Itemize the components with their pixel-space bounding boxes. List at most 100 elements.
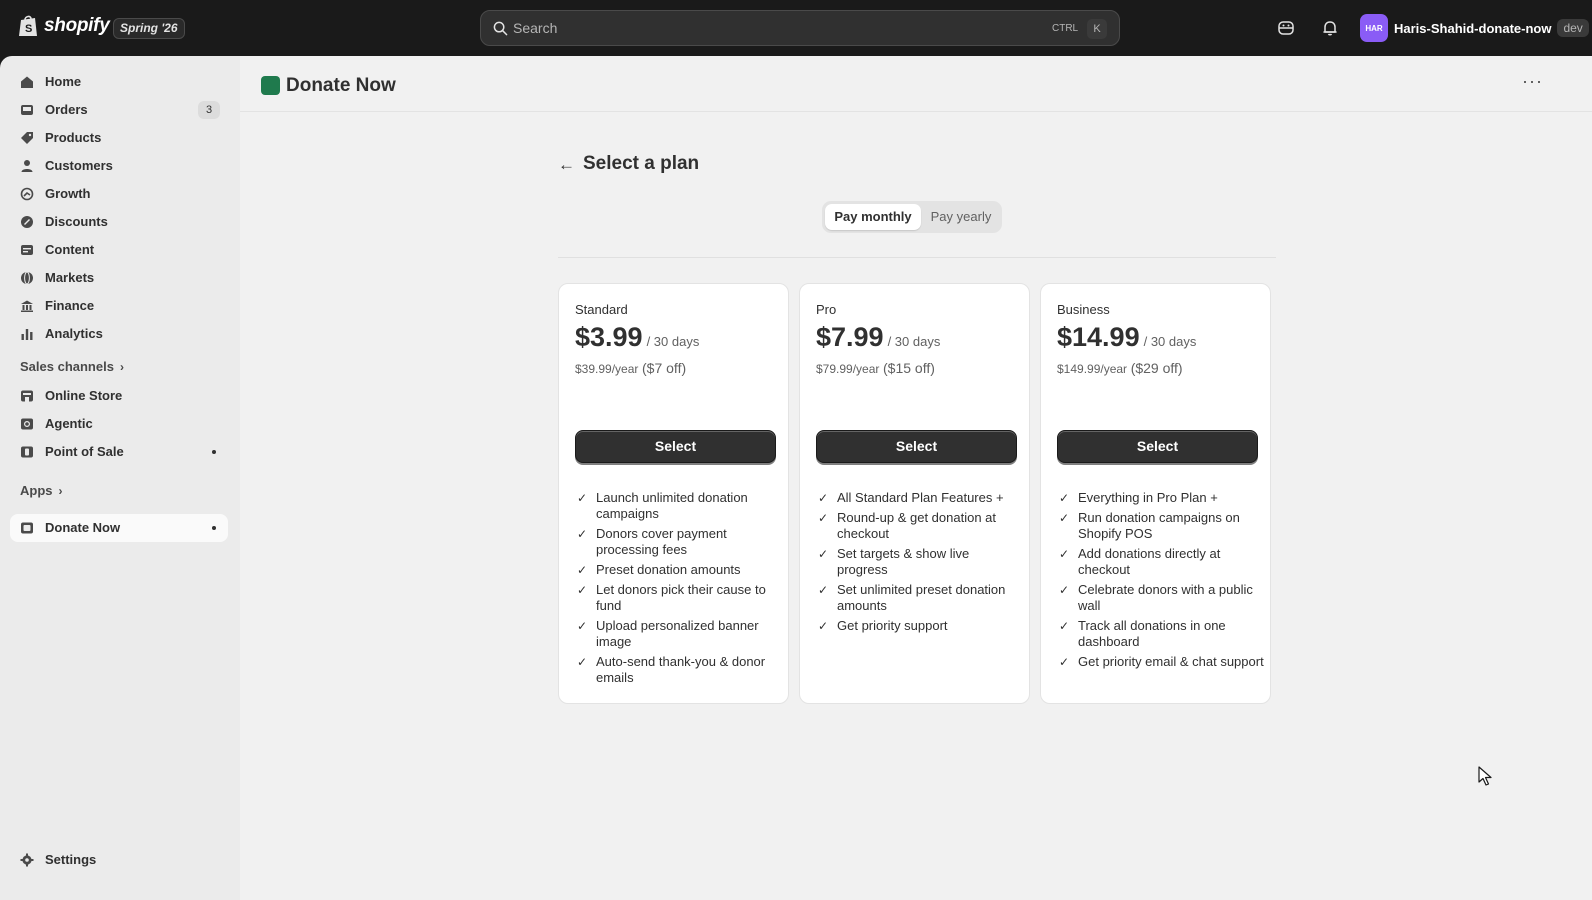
checkmark-icon: ✓: [1059, 547, 1070, 561]
bank-icon: [21, 300, 33, 312]
checkmark-icon: ✓: [818, 619, 829, 633]
feature-item: ✓ Get priority support: [818, 618, 1023, 634]
sidebar-item-label: Customers: [45, 158, 113, 173]
yearly-price: $39.99/year: [575, 362, 639, 376]
feature-text: Set unlimited preset donation amounts: [837, 582, 1006, 613]
yearly-savings: ($15 off): [883, 360, 935, 376]
checkmark-icon: ✓: [1059, 655, 1070, 669]
pos-icon: [21, 446, 33, 458]
plan-card-pro: Pro $7.99 / 30 days $79.99/year ($15 off…: [799, 283, 1030, 704]
sidebar-item-label: Discounts: [45, 214, 108, 229]
plan-price: $3.99: [575, 322, 643, 352]
sidebar-item-donate-now[interactable]: Donate Now: [10, 514, 228, 542]
plan-name: Standard: [575, 302, 628, 317]
pay-yearly-option[interactable]: Pay yearly: [923, 204, 999, 230]
plan-name: Pro: [816, 302, 837, 317]
select-business-button[interactable]: Select: [1057, 430, 1258, 463]
sidebar-item-finance[interactable]: Finance: [10, 292, 228, 320]
sidebar-item-discounts[interactable]: Discounts: [10, 208, 228, 236]
feature-item: ✓ Run donation campaigns on Shopify POS: [1059, 510, 1264, 542]
sidebar-item-label: Products: [45, 130, 102, 145]
checkmark-icon: ✓: [818, 547, 829, 561]
tag-icon: [21, 132, 33, 144]
checkmark-icon: ✓: [818, 511, 829, 525]
checkmark-icon: ✓: [1059, 511, 1070, 525]
sidebar-item-home[interactable]: Home: [10, 68, 228, 96]
feature-item: ✓ Auto-send thank-you & donor emails: [577, 654, 782, 686]
feature-item: ✓ Get priority email & chat support: [1059, 654, 1264, 670]
shopify-logo[interactable]: S shopify: [18, 14, 110, 38]
select-standard-button[interactable]: Select: [575, 430, 776, 463]
svg-text:S: S: [25, 23, 32, 35]
home-icon: [21, 76, 33, 88]
sidebar-item-orders[interactable]: Orders 3: [10, 96, 228, 124]
sidebar-item-customers[interactable]: Customers: [10, 152, 228, 180]
more-actions-icon[interactable]: ···: [1522, 72, 1546, 92]
feature-item: ✓ Celebrate donors with a public wall: [1059, 582, 1264, 614]
orders-count-badge: 3: [198, 101, 220, 119]
feature-item: ✓ Set unlimited preset donation amounts: [818, 582, 1023, 614]
agentic-icon: [21, 418, 33, 430]
select-pro-button[interactable]: Select: [816, 430, 1017, 463]
env-badge: dev: [1557, 19, 1589, 37]
sales-channels-heading[interactable]: Sales channels ›: [20, 359, 124, 374]
person-icon: [21, 160, 33, 172]
sidebar-item-label: Analytics: [45, 326, 103, 341]
app-header: Donate Now ···: [240, 56, 1592, 112]
sidebar-item-products[interactable]: Products: [10, 124, 228, 152]
checkmark-icon: ✓: [818, 583, 829, 597]
plan-card-standard: Standard $3.99 / 30 days $39.99/year ($7…: [558, 283, 789, 704]
checkmark-icon: ✓: [1059, 619, 1070, 633]
feature-item: ✓ Track all donations in one dashboard: [1059, 618, 1264, 650]
pin-dot-icon: [212, 450, 216, 454]
shopify-bag-icon: S: [19, 15, 37, 36]
apps-label: Apps: [20, 483, 53, 498]
yearly-price: $79.99/year: [816, 362, 880, 376]
checkmark-icon: ✓: [1059, 491, 1070, 505]
plan-price: $7.99: [816, 322, 884, 352]
apps-heading[interactable]: Apps ›: [20, 483, 63, 498]
billing-toggle: Pay monthly Pay yearly: [822, 201, 1002, 233]
avatar: HAR: [1360, 14, 1388, 42]
discount-icon: [21, 216, 33, 228]
sidebar-item-analytics[interactable]: Analytics: [10, 320, 228, 348]
feature-item: ✓ All Standard Plan Features +: [818, 490, 1023, 506]
sidebar-item-label: Donate Now: [45, 520, 121, 535]
top-bar: S shopify Spring '26 Search CTRL K HAR H…: [0, 0, 1592, 56]
sidebar-item-online-store[interactable]: Online Store: [10, 382, 228, 410]
feature-text: Upload personalized banner image: [596, 618, 759, 649]
edition-badge: Spring '26: [113, 18, 185, 39]
sidebar-item-settings[interactable]: Settings: [10, 846, 228, 874]
checkmark-icon: ✓: [818, 491, 829, 505]
plan-period: / 30 days: [646, 334, 700, 349]
globe-icon: [21, 271, 33, 285]
sidebar-item-markets[interactable]: Markets: [10, 264, 228, 292]
sidebar-item-agentic[interactable]: Agentic: [10, 410, 228, 438]
gear-icon: [20, 853, 34, 867]
feature-text: Round-up & get donation at checkout: [837, 510, 997, 541]
feature-text: Set targets & show live progress: [837, 546, 970, 577]
yearly-savings: ($7 off): [642, 360, 687, 376]
account-menu[interactable]: HAR Haris-Shahid-donate-now dev: [1360, 14, 1589, 42]
feature-text: Launch unlimited donation campaigns: [596, 490, 748, 521]
bell-icon[interactable]: [1319, 17, 1341, 39]
growth-icon: [20, 187, 34, 201]
chevron-right-icon: ›: [119, 359, 124, 374]
search-bar[interactable]: Search CTRL K: [480, 10, 1120, 46]
feature-item: ✓ Let donors pick their cause to fund: [577, 582, 782, 614]
feature-text: Run donation campaigns on Shopify POS: [1078, 510, 1240, 541]
checkmark-icon: ✓: [577, 563, 588, 577]
page-title: Select a plan: [583, 153, 700, 174]
feature-item: ✓ Add donations directly at checkout: [1059, 546, 1264, 578]
sidebar-item-content[interactable]: Content: [10, 236, 228, 264]
feature-text: Get priority support: [837, 618, 948, 633]
pay-monthly-option[interactable]: Pay monthly: [825, 204, 921, 230]
yearly-savings: ($29 off): [1130, 360, 1183, 376]
feature-text: Auto-send thank-you & donor emails: [596, 654, 766, 685]
sidebar-item-point-of-sale[interactable]: Point of Sale: [10, 438, 228, 466]
sidebar-item-growth[interactable]: Growth: [10, 180, 228, 208]
back-arrow-icon[interactable]: ←: [558, 155, 575, 175]
sidekick-icon[interactable]: [1275, 17, 1297, 39]
feature-item: ✓ Everything in Pro Plan +: [1059, 490, 1264, 506]
mouse-cursor-icon: [1478, 766, 1492, 786]
